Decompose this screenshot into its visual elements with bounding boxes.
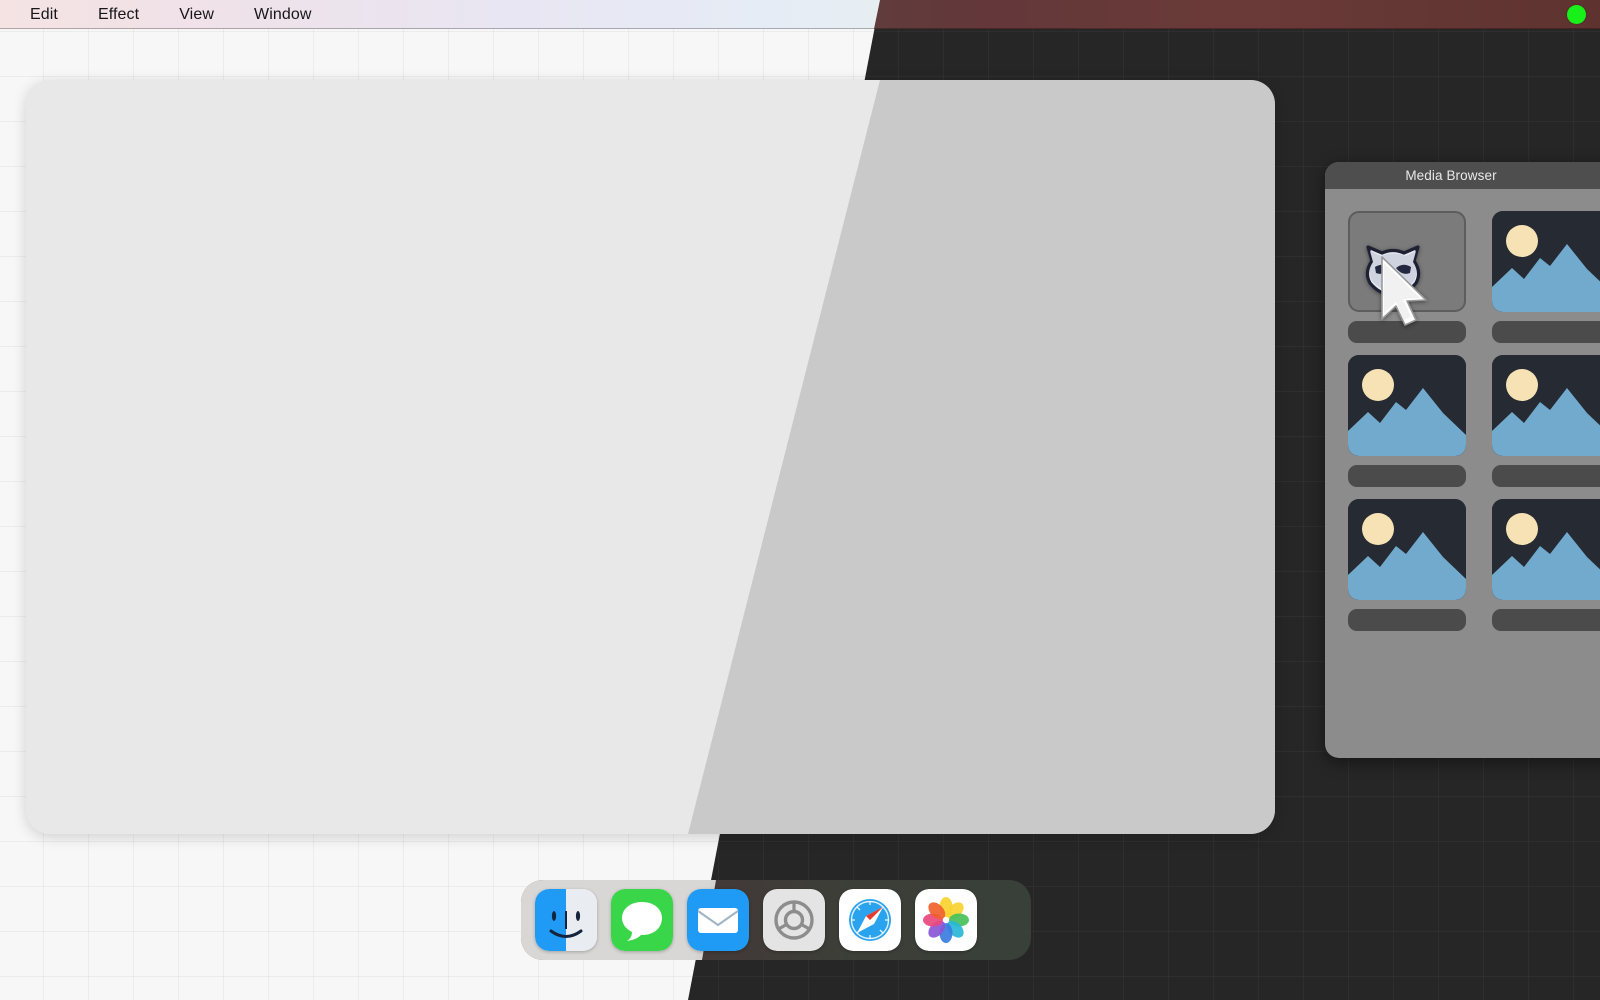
media-browser-grid xyxy=(1325,189,1600,631)
desktop-screen: Edit Effect View Window Media Browser xyxy=(0,0,1600,1000)
media-caption-bar xyxy=(1348,609,1466,631)
media-browser-panel[interactable]: Media Browser xyxy=(1325,162,1600,758)
list-item[interactable] xyxy=(1348,211,1466,343)
mountain-moon-image-icon[interactable] xyxy=(1348,355,1466,456)
media-caption-bar xyxy=(1492,321,1600,343)
list-item[interactable] xyxy=(1492,499,1600,631)
menu-bar: Edit Effect View Window xyxy=(0,0,1600,29)
main-canvas-window[interactable] xyxy=(26,80,1275,834)
mountain-moon-image-icon[interactable] xyxy=(1492,499,1600,600)
dock-item-messages[interactable] xyxy=(611,889,673,951)
list-item[interactable] xyxy=(1492,355,1600,487)
menu-bar-divider xyxy=(0,28,1600,29)
media-caption-bar xyxy=(1492,465,1600,487)
list-item[interactable] xyxy=(1348,499,1466,631)
dock-items xyxy=(521,880,1031,960)
list-item[interactable] xyxy=(1348,355,1466,487)
mountain-moon-image-icon[interactable] xyxy=(1492,355,1600,456)
list-item[interactable] xyxy=(1492,211,1600,343)
menu-bar-items: Edit Effect View Window xyxy=(0,0,332,29)
media-caption-bar xyxy=(1348,465,1466,487)
dock-item-photos[interactable] xyxy=(915,889,977,951)
media-thumbnail-placeholder[interactable] xyxy=(1348,211,1466,312)
recording-status-dot-icon[interactable] xyxy=(1567,5,1586,24)
dock-item-safari[interactable] xyxy=(839,889,901,951)
canvas-diagonal-shade xyxy=(26,80,1275,834)
media-browser-titlebar[interactable]: Media Browser xyxy=(1325,162,1600,189)
media-caption-bar xyxy=(1348,321,1466,343)
mountain-moon-image-icon[interactable] xyxy=(1492,211,1600,312)
menu-item-edit[interactable]: Edit xyxy=(10,0,78,29)
menu-item-view[interactable]: View xyxy=(159,0,234,29)
menu-item-window[interactable]: Window xyxy=(234,0,332,29)
menu-item-effect[interactable]: Effect xyxy=(78,0,159,29)
dock-item-system-settings[interactable] xyxy=(763,889,825,951)
media-caption-bar xyxy=(1492,609,1600,631)
mountain-moon-image-icon[interactable] xyxy=(1348,499,1466,600)
menu-bar-status-area xyxy=(1567,0,1600,29)
media-browser-title: Media Browser xyxy=(1405,168,1496,183)
dock xyxy=(521,880,1031,960)
dock-item-mail[interactable] xyxy=(687,889,749,951)
dock-item-finder[interactable] xyxy=(535,889,597,951)
